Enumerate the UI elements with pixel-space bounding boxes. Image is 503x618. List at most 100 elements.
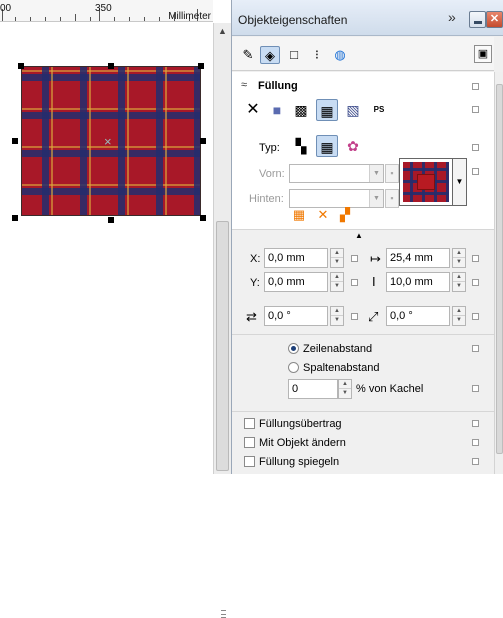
selection-handle-top[interactable] bbox=[108, 63, 114, 69]
uniform-fill-icon[interactable]: ■ bbox=[266, 99, 288, 121]
ruler-unit: Millimeter bbox=[168, 11, 211, 22]
lock-checkbox[interactable] bbox=[351, 255, 358, 262]
fill-bucket-icon[interactable]: ◈ bbox=[260, 46, 280, 64]
dropdown-arrow-icon[interactable]: ▼ bbox=[369, 190, 383, 207]
spin-down-icon[interactable]: ▼ bbox=[331, 258, 343, 267]
rotation-input[interactable]: 0,0 ° bbox=[264, 306, 328, 326]
x-offset-input[interactable]: 0,0 mm bbox=[264, 248, 328, 268]
section-pin-icon[interactable] bbox=[472, 106, 479, 113]
section-pin-icon[interactable] bbox=[472, 83, 479, 90]
tile-width-input[interactable]: 25,4 mm bbox=[386, 248, 450, 268]
section-pin-icon[interactable] bbox=[472, 168, 479, 175]
tile-mirror-icon[interactable]: ▦ bbox=[290, 206, 308, 224]
offset-percent-spinner[interactable]: ▲ ▼ bbox=[338, 379, 352, 399]
rotation-center-marker[interactable]: × bbox=[104, 135, 112, 149]
text-frame-icon[interactable]: ⁝ bbox=[307, 46, 327, 64]
tile-offset-icon[interactable]: ✕ bbox=[314, 206, 332, 224]
skew-spinner[interactable]: ▲ ▼ bbox=[452, 306, 466, 326]
selection-handle-bottom-left[interactable] bbox=[12, 215, 18, 221]
selection-handle-right[interactable] bbox=[200, 138, 206, 144]
docker-settings-icon[interactable]: ▣ bbox=[474, 45, 492, 63]
section-pin-icon[interactable] bbox=[472, 345, 479, 352]
fountain-fill-icon[interactable]: ▩ bbox=[290, 99, 312, 121]
collapse-section-icon[interactable]: ≈ bbox=[241, 79, 247, 91]
close-button[interactable]: ✕ bbox=[486, 11, 503, 28]
minimize-button[interactable] bbox=[469, 11, 486, 28]
lock-checkbox[interactable] bbox=[351, 313, 358, 320]
docker-scrollbar[interactable] bbox=[494, 72, 503, 474]
scroll-up-arrow-icon[interactable]: ▲ bbox=[214, 23, 231, 39]
canvas-vertical-scrollbar[interactable]: ▲ bbox=[213, 23, 231, 618]
ruler-tick bbox=[129, 17, 130, 21]
selection-handle-bottom-right[interactable] bbox=[200, 215, 206, 221]
transform-fill-checkbox[interactable] bbox=[244, 418, 255, 429]
bitmap-pattern-icon[interactable]: ✿ bbox=[342, 135, 364, 157]
dropdown-arrow-icon[interactable]: ▼ bbox=[369, 165, 383, 182]
selection-handle-bottom[interactable] bbox=[108, 217, 114, 223]
postscript-fill-icon[interactable]: PS bbox=[368, 99, 390, 121]
spin-up-icon[interactable]: ▲ bbox=[453, 249, 465, 258]
selection-handle-left[interactable] bbox=[12, 138, 18, 144]
texture-fill-icon[interactable]: ▧ bbox=[342, 99, 364, 121]
two-color-pattern-icon[interactable]: ▚ bbox=[290, 135, 312, 157]
object-properties-docker: Objekteigenschaften » ✕ ✎ ◈ □ ⁝ ◍ ▣ ≈ Fü… bbox=[231, 0, 503, 474]
section-pin-icon[interactable] bbox=[472, 144, 479, 151]
fill-section-header[interactable]: ≈ Füllung bbox=[232, 76, 494, 96]
docker-titlebar[interactable]: Objekteigenschaften » ✕ bbox=[232, 0, 503, 36]
spin-up-icon[interactable]: ▲ bbox=[331, 273, 343, 282]
tile-height-input[interactable]: 10,0 mm bbox=[386, 272, 450, 292]
offset-percent-input[interactable]: 0 bbox=[288, 379, 338, 399]
full-color-pattern-icon[interactable]: ▦ bbox=[316, 135, 338, 157]
spin-down-icon[interactable]: ▼ bbox=[339, 389, 351, 398]
skew-input[interactable]: 0,0 ° bbox=[386, 306, 450, 326]
spin-down-icon[interactable]: ▼ bbox=[453, 258, 465, 267]
expand-chevron-icon[interactable]: » bbox=[448, 9, 456, 25]
pattern-picker-dropdown-icon[interactable]: ▼ bbox=[453, 158, 467, 206]
lock-checkbox[interactable] bbox=[351, 279, 358, 286]
section-pin-icon[interactable] bbox=[472, 255, 479, 262]
pattern-preview-swatch[interactable] bbox=[399, 158, 453, 206]
section-pin-icon[interactable] bbox=[472, 439, 479, 446]
spin-up-icon[interactable]: ▲ bbox=[331, 249, 343, 258]
change-with-object-checkbox[interactable] bbox=[244, 437, 255, 448]
pattern-type-label: Typ: bbox=[259, 142, 280, 154]
docker-scrollbar-thumb[interactable] bbox=[496, 84, 503, 454]
spin-down-icon[interactable]: ▼ bbox=[453, 316, 465, 325]
section-pin-icon[interactable] bbox=[472, 279, 479, 286]
rotation-spinner[interactable]: ▲ ▼ bbox=[330, 306, 344, 326]
section-pin-icon[interactable] bbox=[472, 313, 479, 320]
front-color-picker-button[interactable]: ▪ bbox=[385, 164, 399, 183]
spin-up-icon[interactable]: ▲ bbox=[453, 273, 465, 282]
back-color-picker-button[interactable]: ▪ bbox=[385, 189, 399, 208]
expand-caret-icon[interactable]: ▲ bbox=[355, 231, 363, 240]
row-spacing-radio[interactable] bbox=[288, 343, 299, 354]
mirror-fill-checkbox[interactable] bbox=[244, 456, 255, 467]
x-offset-spinner[interactable]: ▲ ▼ bbox=[330, 248, 344, 268]
tile-height-spinner[interactable]: ▲ ▼ bbox=[452, 272, 466, 292]
selection-handle-top-left[interactable] bbox=[18, 63, 24, 69]
front-color-combo[interactable]: ▼ bbox=[289, 164, 384, 183]
ruler-tick bbox=[60, 17, 61, 21]
y-offset-input[interactable]: 0,0 mm bbox=[264, 272, 328, 292]
section-pin-icon[interactable] bbox=[472, 385, 479, 392]
column-spacing-radio[interactable] bbox=[288, 362, 299, 373]
spin-up-icon[interactable]: ▲ bbox=[453, 307, 465, 316]
spin-down-icon[interactable]: ▼ bbox=[453, 282, 465, 291]
section-pin-icon[interactable] bbox=[472, 420, 479, 427]
scrollbar-thumb[interactable] bbox=[216, 221, 229, 618]
internet-globe-icon[interactable]: ◍ bbox=[330, 46, 350, 64]
horizontal-ruler[interactable]: 00 350 Millimeter bbox=[0, 0, 213, 22]
spin-down-icon[interactable]: ▼ bbox=[331, 316, 343, 325]
no-fill-icon[interactable]: ✕ bbox=[242, 99, 264, 121]
pen-outline-icon[interactable]: ✎ bbox=[238, 46, 258, 64]
selection-handle-top-right[interactable] bbox=[198, 63, 204, 69]
spin-up-icon[interactable]: ▲ bbox=[331, 307, 343, 316]
pattern-fill-icon[interactable]: ▦ bbox=[316, 99, 338, 121]
spin-down-icon[interactable]: ▼ bbox=[331, 282, 343, 291]
section-pin-icon[interactable] bbox=[472, 458, 479, 465]
spin-up-icon[interactable]: ▲ bbox=[339, 380, 351, 389]
rectangle-icon[interactable]: □ bbox=[284, 46, 304, 64]
y-offset-spinner[interactable]: ▲ ▼ bbox=[330, 272, 344, 292]
tile-flip-icon[interactable]: ▞ bbox=[336, 206, 354, 224]
tile-width-spinner[interactable]: ▲ ▼ bbox=[452, 248, 466, 268]
